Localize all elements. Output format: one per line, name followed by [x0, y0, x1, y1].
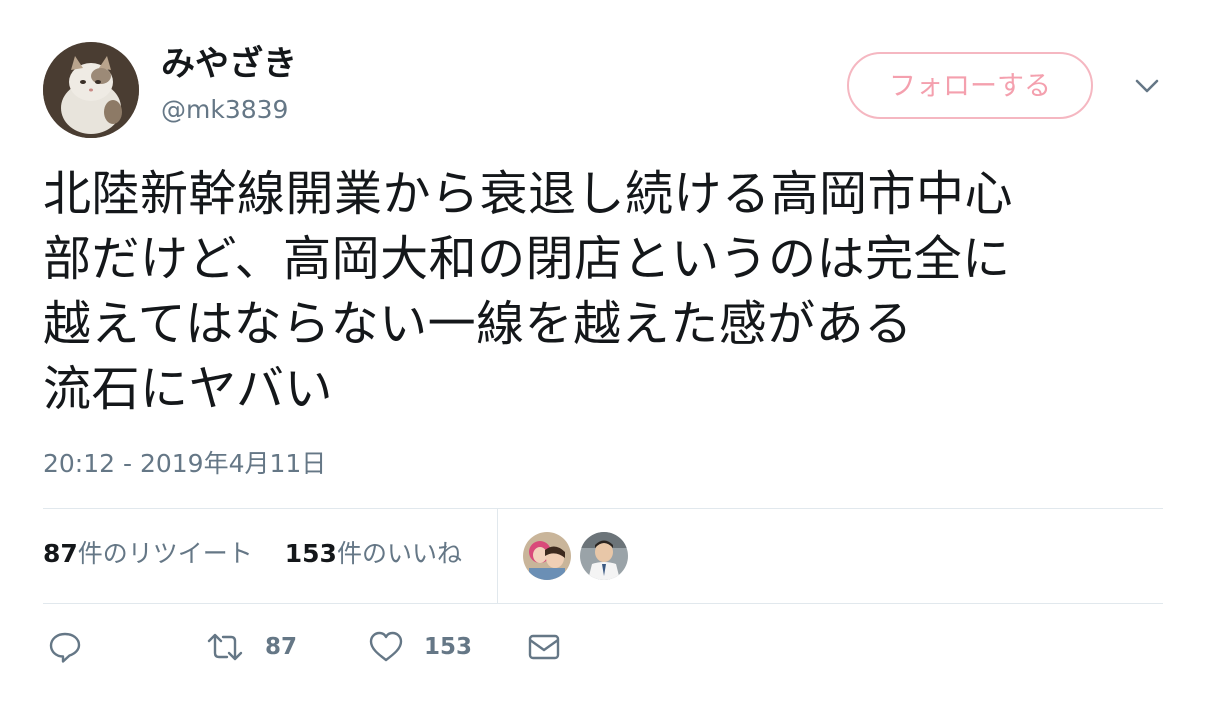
cat-avatar-icon: [43, 42, 139, 138]
reply-icon: [49, 632, 81, 663]
liker-avatar[interactable]: [580, 532, 628, 580]
author-avatar[interactable]: [43, 42, 139, 138]
more-options-button[interactable]: [1133, 76, 1161, 96]
tweet-stats: 87件のリツイート 153件のいいね: [43, 536, 486, 572]
retweet-stat[interactable]: 87件のリツイート: [43, 536, 253, 572]
direct-message-button[interactable]: [527, 628, 561, 666]
like-stat-count: 153: [284, 539, 337, 568]
retweet-button[interactable]: 87: [205, 628, 297, 666]
liker-avatar-image: [523, 532, 571, 580]
like-stat-label: 件のいいね: [336, 539, 462, 568]
mail-icon: [528, 634, 560, 660]
follow-button[interactable]: フォローする: [847, 52, 1093, 119]
retweet-count: 87: [265, 634, 298, 660]
reply-button[interactable]: [47, 628, 83, 666]
retweet-stat-count: 87: [43, 539, 78, 568]
divider-top: [43, 508, 1163, 509]
stats-divider: [497, 509, 498, 603]
retweet-stat-label: 件のリツイート: [77, 539, 253, 568]
liker-avatar[interactable]: [523, 532, 571, 580]
like-button[interactable]: 153: [368, 628, 472, 666]
chevron-down-icon: [1135, 79, 1159, 93]
tweet-timestamp[interactable]: 20:12 - 2019年4月11日: [43, 447, 326, 481]
user-handle[interactable]: @mk3839: [161, 93, 288, 127]
divider-bottom: [43, 603, 1163, 604]
tweet-text: 北陸新幹線開業から衰退し続ける高岡市中心 部だけど、高岡大和の閉店というのは完全…: [43, 166, 1014, 417]
display-name[interactable]: みやざき: [161, 42, 297, 86]
like-stat[interactable]: 153件のいいね: [285, 536, 462, 572]
heart-icon: [369, 631, 403, 662]
like-count: 153: [424, 634, 473, 660]
retweet-icon: [207, 633, 243, 661]
liker-avatar-image: [580, 532, 628, 580]
